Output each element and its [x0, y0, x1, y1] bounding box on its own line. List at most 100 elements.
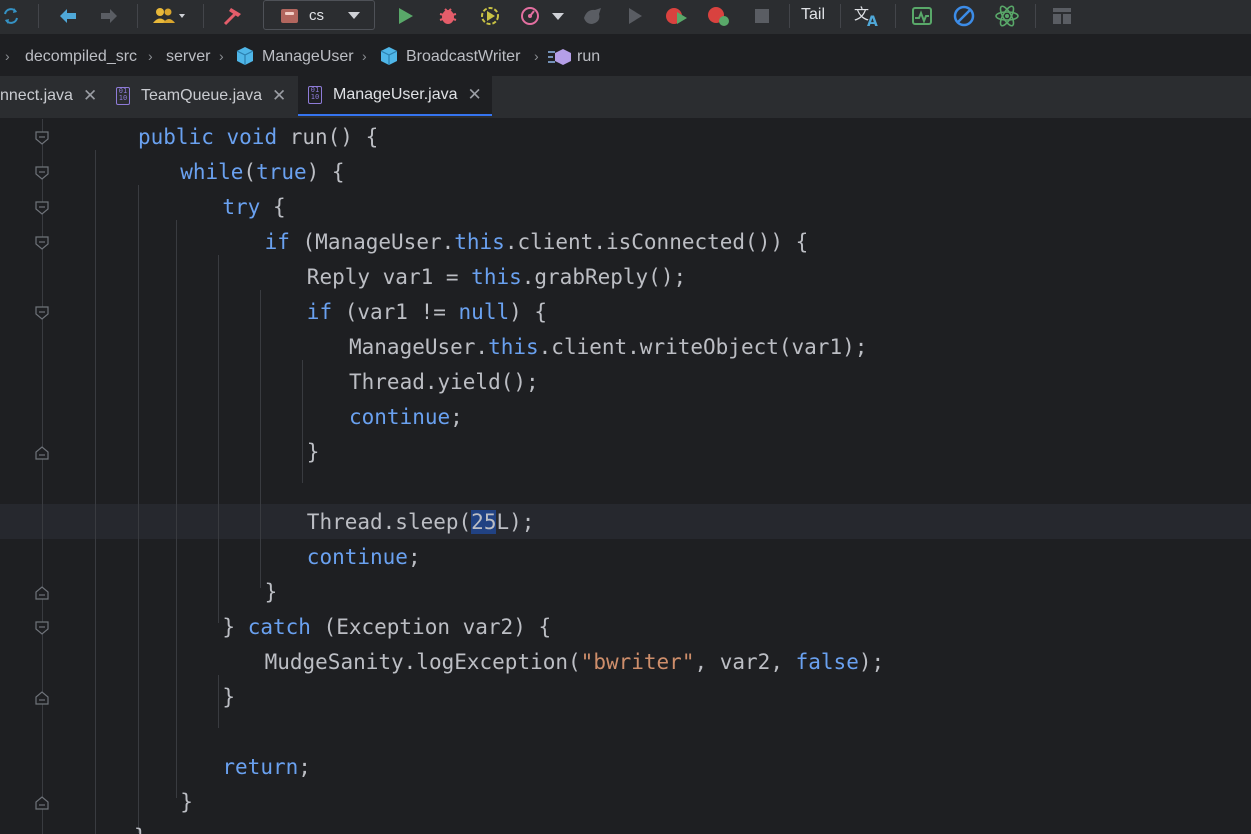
code-line[interactable]: continue;: [307, 540, 421, 575]
layout-icon[interactable]: [1049, 0, 1075, 32]
build-hammer-icon[interactable]: [220, 0, 246, 32]
code-token: MudgeSanity.logException(: [264, 650, 581, 674]
record-icon[interactable]: [662, 0, 690, 32]
chevron-right-icon: ›: [5, 48, 10, 64]
code-line[interactable]: if (ManageUser.this.client.isConnected()…: [265, 225, 809, 260]
code-line[interactable]: Thread.sleep(25L);: [307, 505, 535, 540]
breadcrumb: › decompiled_src › server › ManageUser ›…: [0, 41, 1251, 75]
debug-icon[interactable]: [436, 0, 460, 32]
code-token: }: [222, 615, 248, 639]
tail-button[interactable]: Tail: [801, 6, 825, 24]
chevron-right-icon: ›: [362, 48, 367, 64]
code-line[interactable]: }: [180, 785, 193, 820]
fold-open-icon[interactable]: [35, 131, 49, 145]
code-token: }: [264, 580, 278, 604]
breadcrumb-item-broadcastwriter[interactable]: BroadcastWriter: [406, 48, 520, 66]
code-token: (ManageUser.: [302, 230, 455, 254]
fold-close-icon[interactable]: [35, 586, 49, 600]
close-icon[interactable]: ✕: [272, 86, 286, 106]
attach-icon[interactable]: [580, 0, 606, 32]
profiler-icon[interactable]: [517, 0, 543, 32]
code-line[interactable]: if (var1 != null) {: [307, 295, 547, 330]
back-arrow-icon[interactable]: [56, 0, 80, 32]
sync-icon[interactable]: [0, 0, 22, 32]
block-icon[interactable]: [951, 0, 977, 32]
keyword-token: catch: [247, 615, 324, 639]
code-line[interactable]: Reply var1 = this.grabReply();: [307, 260, 686, 295]
chevron-right-icon: ›: [534, 48, 539, 64]
fold-close-icon[interactable]: [35, 446, 49, 460]
tab-teamqueue-java[interactable]: 01 10 TeamQueue.java ✕: [116, 76, 296, 116]
fold-open-icon[interactable]: [35, 621, 49, 635]
coverage-icon[interactable]: [478, 0, 502, 32]
react-icon[interactable]: [993, 0, 1021, 32]
code-token: run() {: [289, 125, 379, 149]
close-icon[interactable]: ✕: [468, 85, 482, 105]
chevron-down-icon[interactable]: [551, 0, 565, 32]
users-icon[interactable]: [150, 0, 192, 32]
code-token: Thread.yield();: [349, 370, 539, 394]
forward-arrow-icon[interactable]: [97, 0, 121, 32]
code-line[interactable]: } catch (Exception var2) {: [222, 610, 551, 645]
toolbar-separator: [1035, 4, 1036, 28]
keyword-token: while: [180, 160, 244, 184]
selected-token: 25: [471, 510, 497, 534]
code-line[interactable]: while(true) {: [180, 155, 344, 190]
keyword-token: public: [138, 125, 227, 149]
keyword-token: return: [222, 755, 299, 779]
code-line[interactable]: try {: [222, 190, 285, 225]
debug-record-icon[interactable]: [704, 0, 732, 32]
code-line[interactable]: continue;: [349, 400, 463, 435]
breadcrumb-item-manageuser[interactable]: ManageUser: [262, 48, 354, 66]
code-token: L);: [496, 510, 535, 534]
fold-open-icon[interactable]: [35, 306, 49, 320]
code-token: ) {: [509, 300, 548, 324]
fold-close-icon[interactable]: [35, 796, 49, 810]
stop-icon[interactable]: [751, 0, 773, 32]
close-icon[interactable]: ✕: [83, 86, 97, 106]
code-line[interactable]: Thread.yield();: [349, 365, 539, 400]
string-token: "bwriter": [580, 650, 695, 674]
code-line[interactable]: }: [265, 575, 278, 610]
code-line[interactable]: }: [134, 820, 147, 834]
class-icon: [235, 46, 255, 71]
toolbar-separator: [38, 4, 39, 28]
resume-icon[interactable]: [624, 0, 646, 32]
keyword-token: true: [256, 160, 307, 184]
tab-connect-java[interactable]: nnect.java ✕: [0, 76, 102, 116]
fold-open-icon[interactable]: [35, 201, 49, 215]
code-token: (Exception var2) {: [323, 615, 552, 639]
code-line[interactable]: return;: [222, 750, 311, 785]
breadcrumb-item-run[interactable]: run: [577, 48, 600, 66]
main-toolbar: cs Tail 文A: [0, 0, 1251, 35]
keyword-token: try: [222, 195, 273, 219]
indent-guide-line: [218, 675, 219, 728]
toolbar-separator: [203, 4, 204, 28]
code-line[interactable]: ManageUser.this.client.writeObject(var1)…: [349, 330, 867, 365]
keyword-token: if: [306, 300, 345, 324]
code-line[interactable]: }: [307, 435, 320, 470]
breadcrumb-item-decompiled-src[interactable]: decompiled_src: [25, 48, 137, 66]
fold-open-icon[interactable]: [35, 166, 49, 180]
code-line[interactable]: public void run() {: [138, 120, 378, 155]
monitor-icon[interactable]: [909, 0, 935, 32]
translate-icon[interactable]: 文A: [852, 0, 882, 32]
tab-label: ManageUser.java: [333, 86, 458, 103]
fold-close-icon[interactable]: [35, 691, 49, 705]
breadcrumb-item-server[interactable]: server: [166, 48, 210, 66]
run-icon[interactable]: [395, 0, 417, 32]
method-icon: [547, 47, 573, 72]
chevron-right-icon: ›: [148, 48, 153, 64]
fold-open-icon[interactable]: [35, 236, 49, 250]
code-editor[interactable]: public void run() {while(true) {try {if …: [0, 119, 1251, 834]
keyword-token: this: [488, 335, 539, 359]
code-token: (var1 !=: [344, 300, 459, 324]
tab-label: TeamQueue.java: [141, 87, 262, 104]
tab-manageuser-java[interactable]: 01 10 ManageUser.java ✕: [298, 76, 492, 116]
code-line[interactable]: MudgeSanity.logException("bwriter", var2…: [265, 645, 885, 680]
run-configuration-dropdown[interactable]: cs: [263, 0, 375, 30]
keyword-token: this: [454, 230, 505, 254]
class-file-icon: 01 10: [308, 86, 322, 104]
code-line[interactable]: }: [222, 680, 235, 715]
toolbar-separator: [840, 4, 841, 28]
